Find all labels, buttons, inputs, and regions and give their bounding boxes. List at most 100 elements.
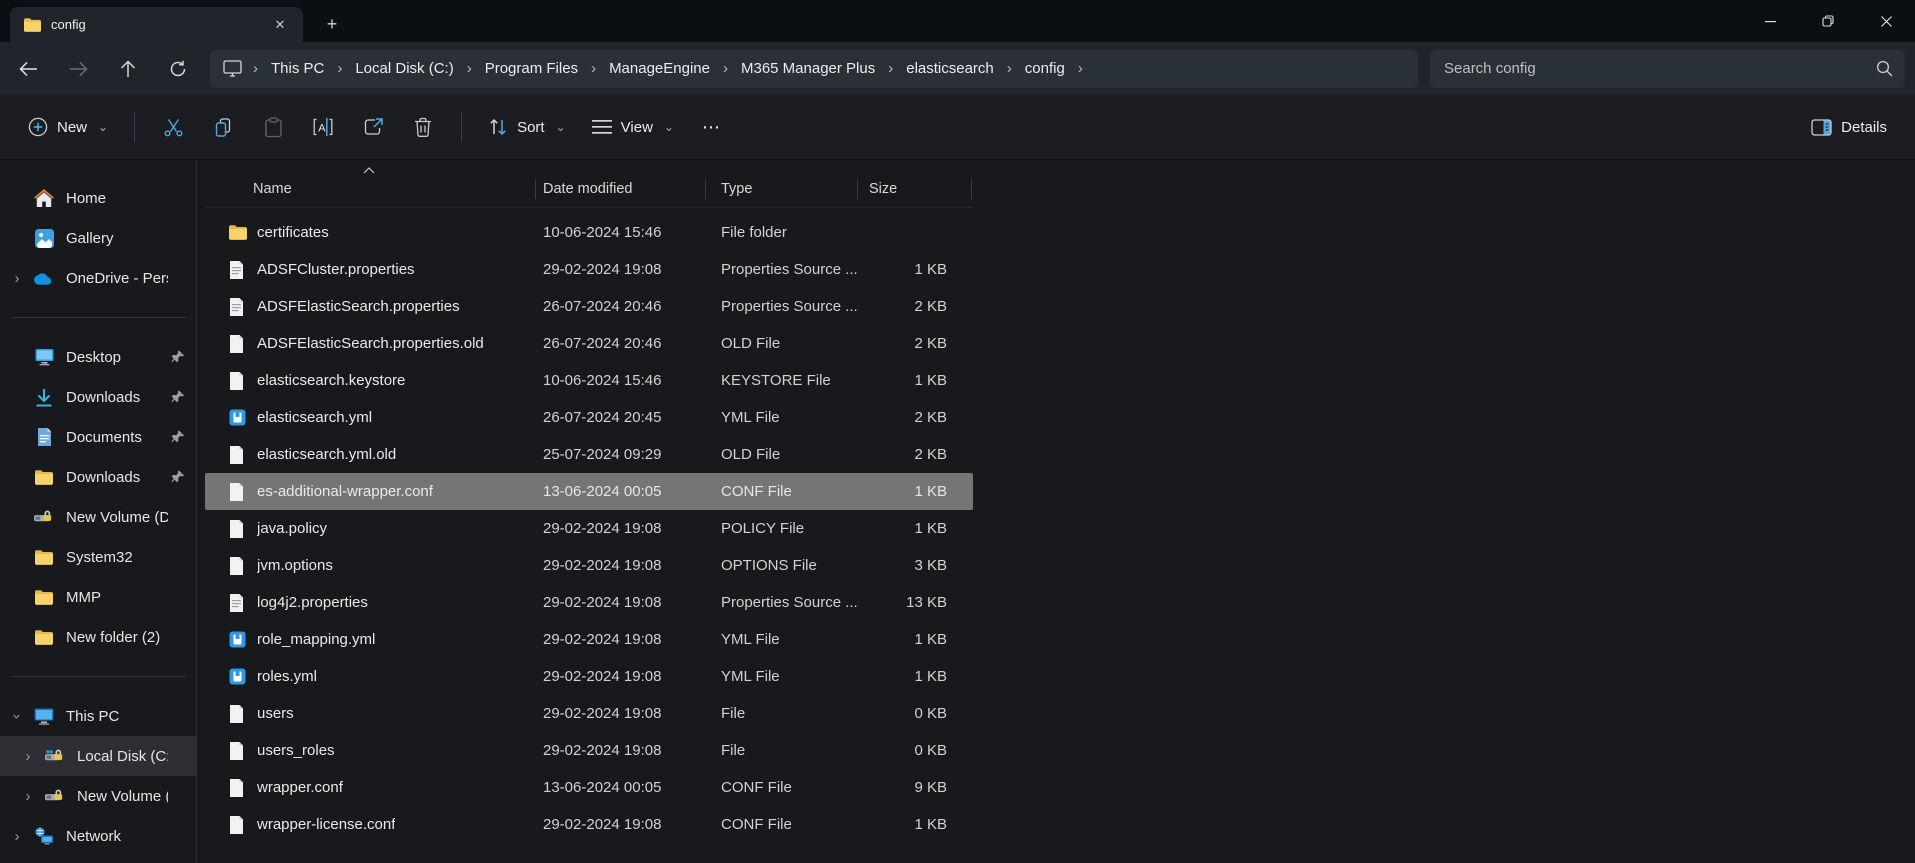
downloads-icon [34, 387, 54, 407]
breadcrumb-item[interactable]: ManageEngine [603, 56, 716, 81]
sidebar-item-local-disk-c[interactable]: › Local Disk (C:) [0, 736, 196, 776]
yml-icon [229, 668, 247, 686]
column-header-date-modified[interactable]: Date modified [539, 181, 709, 197]
breadcrumb-chevron-icon[interactable]: › [246, 60, 265, 77]
file-size: 2 KB [861, 446, 973, 463]
column-divider[interactable] [705, 179, 706, 199]
sidebar-item-documents[interactable]: Documents [0, 417, 196, 457]
file-row[interactable]: ADSFElasticSearch.properties.old 26-07-2… [205, 325, 973, 362]
breadcrumb-item[interactable]: Local Disk (C:) [349, 56, 459, 81]
view-button[interactable]: View ⌄ [582, 111, 684, 144]
forward-button[interactable] [58, 51, 98, 87]
chevron-icon[interactable]: › [9, 699, 26, 733]
file-row[interactable]: wrapper.conf 13-06-2024 00:05 CONF File … [205, 769, 973, 806]
new-tab-button[interactable]: + [317, 10, 347, 38]
tab-close-icon[interactable]: ✕ [267, 12, 293, 38]
sidebar-item-downloads[interactable]: Downloads [0, 377, 196, 417]
file-name: elasticsearch.yml [257, 409, 372, 426]
sidebar-item-new-volume-d[interactable]: New Volume (D:) [0, 497, 196, 537]
file-row[interactable]: roles.yml 29-02-2024 19:08 YML File 1 KB [205, 658, 973, 695]
back-button[interactable] [8, 51, 48, 87]
breadcrumb-chevron-icon[interactable]: › [460, 60, 479, 77]
chevron-down-icon: ⌄ [556, 120, 566, 134]
file-row[interactable]: users 29-02-2024 19:08 File 0 KB [205, 695, 973, 732]
file-row[interactable]: certificates 10-06-2024 15:46 File folde… [205, 214, 973, 251]
drivec-icon [45, 746, 65, 766]
column-divider[interactable] [857, 179, 858, 199]
this-pc-icon[interactable] [222, 59, 242, 79]
new-button[interactable]: New ⌄ [18, 109, 118, 145]
file-row[interactable]: ADSFCluster.properties 29-02-2024 19:08 … [205, 251, 973, 288]
chevron-icon[interactable]: › [11, 788, 45, 805]
file-row[interactable]: users_roles 29-02-2024 19:08 File 0 KB [205, 732, 973, 769]
file-date-modified: 13-06-2024 00:05 [539, 779, 709, 796]
rename-button[interactable]: A [301, 107, 345, 147]
breadcrumb-chevron-icon[interactable]: › [1000, 60, 1019, 77]
sidebar-item-network[interactable]: › Network [0, 816, 196, 856]
breadcrumb-chevron-icon[interactable]: › [330, 60, 349, 77]
minimize-button[interactable] [1741, 0, 1799, 42]
search-input[interactable] [1444, 60, 1876, 77]
breadcrumb-item[interactable]: This PC [265, 56, 330, 81]
column-header-name[interactable]: Name [205, 181, 539, 197]
search-icon[interactable] [1876, 60, 1893, 77]
delete-button[interactable] [401, 107, 445, 147]
chevron-icon[interactable]: › [0, 270, 34, 287]
sidebar-item-system32[interactable]: System32 [0, 537, 196, 577]
copy-button[interactable] [201, 107, 245, 147]
sidebar-item-mmp[interactable]: MMP [0, 577, 196, 617]
share-button[interactable] [351, 107, 395, 147]
chevron-icon[interactable]: › [0, 828, 34, 845]
sidebar-item-label: New Volume (D:) [66, 509, 168, 526]
restore-button[interactable] [1799, 0, 1857, 42]
file-row[interactable]: wrapper-license.conf 29-02-2024 19:08 CO… [205, 806, 973, 843]
file-row[interactable]: elasticsearch.keystore 10-06-2024 15:46 … [205, 362, 973, 399]
drive-icon [45, 786, 65, 806]
more-options-button[interactable]: ⋯ [690, 109, 734, 146]
up-button[interactable] [108, 51, 148, 87]
sidebar-item-new-volume-d[interactable]: › New Volume (D:) [0, 776, 196, 816]
file-row[interactable]: ADSFElasticSearch.properties 26-07-2024 … [205, 288, 973, 325]
sidebar-item-onedrive-persona[interactable]: › OneDrive - Persona [0, 258, 196, 298]
file-row[interactable]: jvm.options 29-02-2024 19:08 OPTIONS Fil… [205, 547, 973, 584]
file-name: wrapper.conf [257, 779, 343, 796]
file-size: 2 KB [861, 298, 973, 315]
breadcrumb-item[interactable]: Program Files [479, 56, 584, 81]
chevron-icon[interactable]: › [11, 748, 45, 765]
folder-icon [24, 18, 41, 32]
file-row[interactable]: java.policy 29-02-2024 19:08 POLICY File… [205, 510, 973, 547]
file-row[interactable]: elasticsearch.yml.old 25-07-2024 09:29 O… [205, 436, 973, 473]
file-date-modified: 10-06-2024 15:46 [539, 372, 709, 389]
column-header-type[interactable]: Type [709, 181, 861, 197]
sidebar-item-desktop[interactable]: Desktop [0, 337, 196, 377]
plus-circle-icon [28, 117, 48, 137]
file-row[interactable]: elasticsearch.yml 26-07-2024 20:45 YML F… [205, 399, 973, 436]
breadcrumb-item[interactable]: elasticsearch [900, 56, 1000, 81]
breadcrumb-chevron-icon[interactable]: › [716, 60, 735, 77]
file-icon [229, 446, 247, 464]
breadcrumb-item[interactable]: config [1019, 56, 1071, 81]
file-row[interactable]: es-additional-wrapper.conf 13-06-2024 00… [205, 473, 973, 510]
paste-button[interactable] [251, 107, 295, 147]
breadcrumb-chevron-icon[interactable]: › [584, 60, 603, 77]
sidebar-item-new-folder-2[interactable]: New folder (2) [0, 617, 196, 657]
breadcrumb-item[interactable]: M365 Manager Plus [735, 56, 881, 81]
close-button[interactable] [1857, 0, 1915, 42]
sidebar-item-home[interactable]: Home [0, 178, 196, 218]
sort-button[interactable]: Sort ⌄ [478, 109, 576, 145]
column-divider[interactable] [971, 179, 972, 199]
sidebar-item-this-pc[interactable]: › This PC [0, 696, 196, 736]
details-button[interactable]: Details [1801, 111, 1897, 144]
column-divider[interactable] [535, 179, 536, 199]
file-row[interactable]: log4j2.properties 29-02-2024 19:08 Prope… [205, 584, 973, 621]
breadcrumb-chevron-icon[interactable]: › [881, 60, 900, 77]
breadcrumb-chevron-icon[interactable]: › [1071, 60, 1090, 77]
sidebar-item-gallery[interactable]: Gallery [0, 218, 196, 258]
tab-config[interactable]: config ✕ [10, 7, 303, 42]
sidebar-item-downloads[interactable]: Downloads [0, 457, 196, 497]
refresh-button[interactable] [158, 51, 198, 87]
column-header-size[interactable]: Size [861, 181, 973, 197]
file-row[interactable]: role_mapping.yml 29-02-2024 19:08 YML Fi… [205, 621, 973, 658]
file-name: log4j2.properties [257, 594, 368, 611]
cut-button[interactable] [151, 107, 195, 147]
